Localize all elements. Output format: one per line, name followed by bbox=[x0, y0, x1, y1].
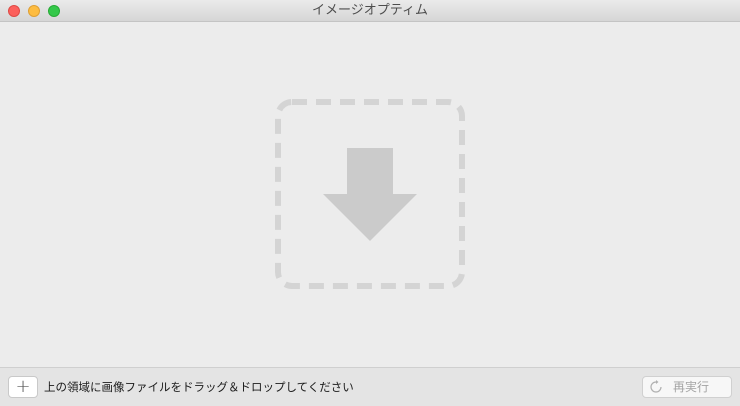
window-title: イメージオプティム bbox=[312, 3, 428, 18]
plus-icon: + bbox=[15, 376, 31, 397]
download-arrow-icon bbox=[323, 148, 417, 241]
drop-zone[interactable] bbox=[275, 99, 465, 289]
refresh-icon bbox=[650, 380, 662, 393]
rerun-button[interactable]: 再実行 bbox=[642, 376, 732, 398]
rerun-label: 再実行 bbox=[673, 380, 710, 394]
status-text: 上の領域に画像ファイルをドラッグ＆ドロップしてください bbox=[44, 380, 354, 394]
footer-bar: + 上の領域に画像ファイルをドラッグ＆ドロップしてください 再実行 bbox=[0, 367, 740, 406]
add-files-button[interactable]: + bbox=[8, 376, 38, 398]
title-bar[interactable]: イメージオプティム bbox=[0, 0, 740, 22]
drop-zone-graphic bbox=[275, 99, 465, 289]
main-content bbox=[0, 22, 740, 367]
app-window: イメージオプティム + 上の領域に画像ファイルをドラッグ＆ドロップしてください … bbox=[0, 0, 740, 406]
